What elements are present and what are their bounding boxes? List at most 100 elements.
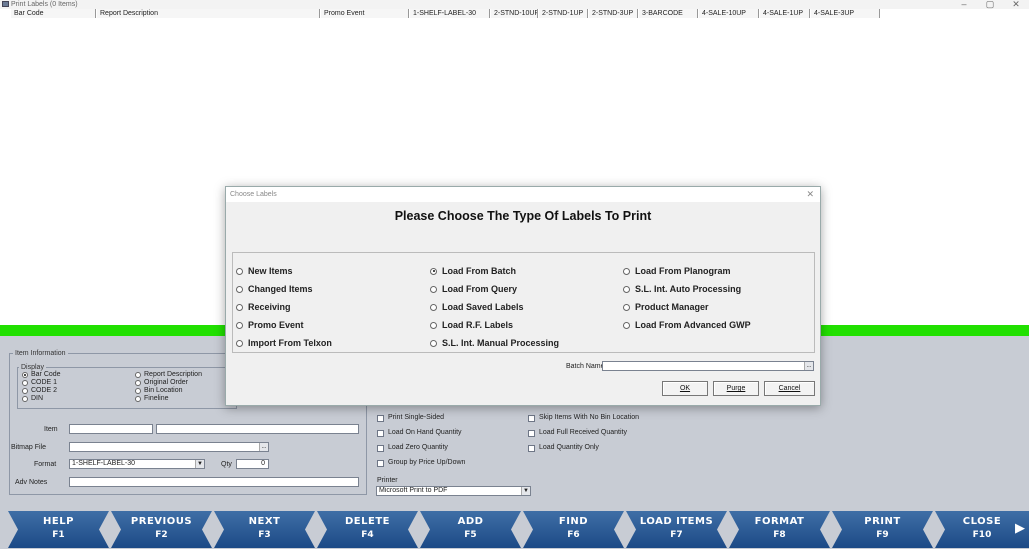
play-arrow-icon: ▶ (1015, 520, 1025, 535)
column-header[interactable]: 2-STND-10UP (490, 9, 538, 18)
option-promo-event[interactable]: Promo Event (236, 320, 304, 330)
checkbox-icon (377, 414, 384, 422)
batch-browse-button[interactable]: ... (804, 362, 813, 370)
column-header[interactable]: 1-SHELF-LABEL-30 (409, 9, 490, 18)
display-code1-radio[interactable]: CODE 1 (22, 379, 57, 387)
chevron-down-icon[interactable]: ▼ (195, 460, 204, 468)
adv-notes-input[interactable] (69, 477, 359, 487)
radio-icon (623, 285, 630, 293)
option-load-rf-labels[interactable]: Load R.F. Labels (430, 320, 513, 330)
column-header[interactable]: Bar Code (10, 9, 96, 18)
option-load-from-query[interactable]: Load From Query (430, 284, 517, 294)
title-bar: Print Labels (0 Items) – ▢ ✕ (0, 0, 1029, 9)
checkbox-icon (377, 429, 384, 437)
option-changed-items[interactable]: Changed Items (236, 284, 313, 294)
batch-name-input[interactable]: ... (602, 361, 814, 371)
radio-icon (430, 303, 437, 311)
load-zero-quantity-checkbox[interactable]: Load Zero Quantity (377, 444, 448, 452)
print-button[interactable]: PRINT F9 (832, 511, 933, 548)
choose-labels-dialog: Choose Labels ✕ Please Choose The Type O… (225, 186, 821, 406)
option-sl-int-manual[interactable]: S.L. Int. Manual Processing (430, 338, 559, 348)
radio-icon (430, 321, 437, 329)
item-code-input[interactable] (69, 424, 153, 434)
window-title: Print Labels (0 Items) (11, 1, 78, 8)
option-sl-int-auto[interactable]: S.L. Int. Auto Processing (623, 284, 741, 294)
load-items-button[interactable]: LOAD ITEMS F7 (626, 511, 727, 548)
display-barcode-radio[interactable]: Bar Code (22, 371, 61, 379)
radio-icon (236, 267, 243, 275)
load-on-hand-checkbox[interactable]: Load On Hand Quantity (377, 429, 462, 437)
column-header[interactable]: Report Description (96, 9, 320, 18)
item-label: Item (44, 426, 58, 433)
qty-input[interactable]: 0 (236, 459, 269, 469)
format-label: Format (34, 461, 57, 468)
print-single-sided-checkbox[interactable]: Print Single-Sided (377, 414, 444, 422)
radio-icon (135, 396, 141, 402)
column-header[interactable]: 4-SALE-3UP (810, 9, 880, 18)
column-header[interactable]: 3-BARCODE (638, 9, 698, 18)
option-new-items[interactable]: New Items (236, 266, 293, 276)
radio-icon (135, 380, 141, 386)
option-receiving[interactable]: Receiving (236, 302, 291, 312)
adv-notes-label: Adv Notes (15, 479, 48, 486)
option-load-from-advanced-gwp[interactable]: Load From Advanced GWP (623, 320, 751, 330)
load-quantity-only-checkbox[interactable]: Load Quantity Only (528, 444, 599, 452)
load-full-received-checkbox[interactable]: Load Full Received Quantity (528, 429, 627, 437)
dialog-heading: Please Choose The Type Of Labels To Prin… (394, 209, 652, 223)
column-header[interactable]: 2-STND-3UP (588, 9, 638, 18)
cancel-button[interactable]: Cancel (764, 381, 815, 396)
item-description-input[interactable] (156, 424, 359, 434)
dialog-title: Choose Labels (226, 187, 820, 202)
bitmap-file-label: Bitmap File (11, 444, 47, 451)
checkbox-icon (377, 459, 384, 467)
display-bin-location-radio[interactable]: Bin Location (135, 387, 183, 395)
chevron-down-icon[interactable]: ▼ (521, 487, 530, 495)
checkbox-icon (377, 444, 384, 452)
radio-icon (135, 372, 141, 378)
checkbox-icon (528, 444, 535, 452)
display-din-radio[interactable]: DIN (22, 395, 43, 403)
radio-icon (236, 321, 243, 329)
display-report-description-radio[interactable]: Report Description (135, 371, 202, 379)
item-information-legend: Item Information (13, 349, 68, 358)
qty-label: Qty (221, 461, 232, 468)
printer-select[interactable]: Microsoft Print to PDF ▼ (376, 486, 531, 496)
option-load-saved-labels[interactable]: Load Saved Labels (430, 302, 524, 312)
radio-icon (430, 285, 437, 293)
batch-name-label: Batch Name (566, 363, 605, 370)
format-select[interactable]: 1-SHELF-LABEL-30 ▼ (69, 459, 205, 469)
option-import-from-telxon[interactable]: Import From Telxon (236, 338, 332, 348)
display-code2-radio[interactable]: CODE 2 (22, 387, 57, 395)
group-by-price-checkbox[interactable]: Group by Price Up/Down (377, 459, 465, 467)
display-group: Display Bar Code CODE 1 CODE 2 DIN Repor… (17, 363, 237, 409)
add-button[interactable]: ADD F5 (420, 511, 521, 548)
find-button[interactable]: FIND F6 (523, 511, 624, 548)
radio-icon (623, 267, 630, 275)
dialog-close-icon[interactable]: ✕ (806, 187, 814, 202)
ok-button[interactable]: OK (662, 381, 708, 396)
app-icon (2, 1, 9, 7)
option-load-from-batch[interactable]: Load From Batch (430, 266, 516, 276)
help-button[interactable]: HELP F1 (8, 511, 109, 548)
column-header[interactable]: 4-SALE-10UP (698, 9, 759, 18)
radio-icon (236, 285, 243, 293)
next-button[interactable]: NEXT F3 (214, 511, 315, 548)
option-load-from-planogram[interactable]: Load From Planogram (623, 266, 731, 276)
radio-selected-icon (22, 372, 28, 378)
column-header[interactable]: Promo Event (320, 9, 409, 18)
skip-no-bin-checkbox[interactable]: Skip Items With No Bin Location (528, 414, 639, 422)
purge-button[interactable]: Purge (713, 381, 759, 396)
option-product-manager[interactable]: Product Manager (623, 302, 709, 312)
previous-button[interactable]: PREVIOUS F2 (111, 511, 212, 548)
radio-selected-icon (430, 267, 437, 275)
display-original-order-radio[interactable]: Original Order (135, 379, 188, 387)
column-header[interactable]: 2-STND-1UP (538, 9, 588, 18)
browse-button[interactable]: ... (259, 443, 268, 451)
column-header[interactable]: 4-SALE-1UP (759, 9, 810, 18)
delete-button[interactable]: DELETE F4 (317, 511, 418, 548)
bitmap-file-input[interactable]: ... (69, 442, 269, 452)
display-fineline-radio[interactable]: Fineline (135, 395, 169, 403)
format-button[interactable]: FORMAT F8 (729, 511, 830, 548)
radio-icon (22, 380, 28, 386)
grid-header: Bar Code Report Description Promo Event … (10, 9, 880, 18)
